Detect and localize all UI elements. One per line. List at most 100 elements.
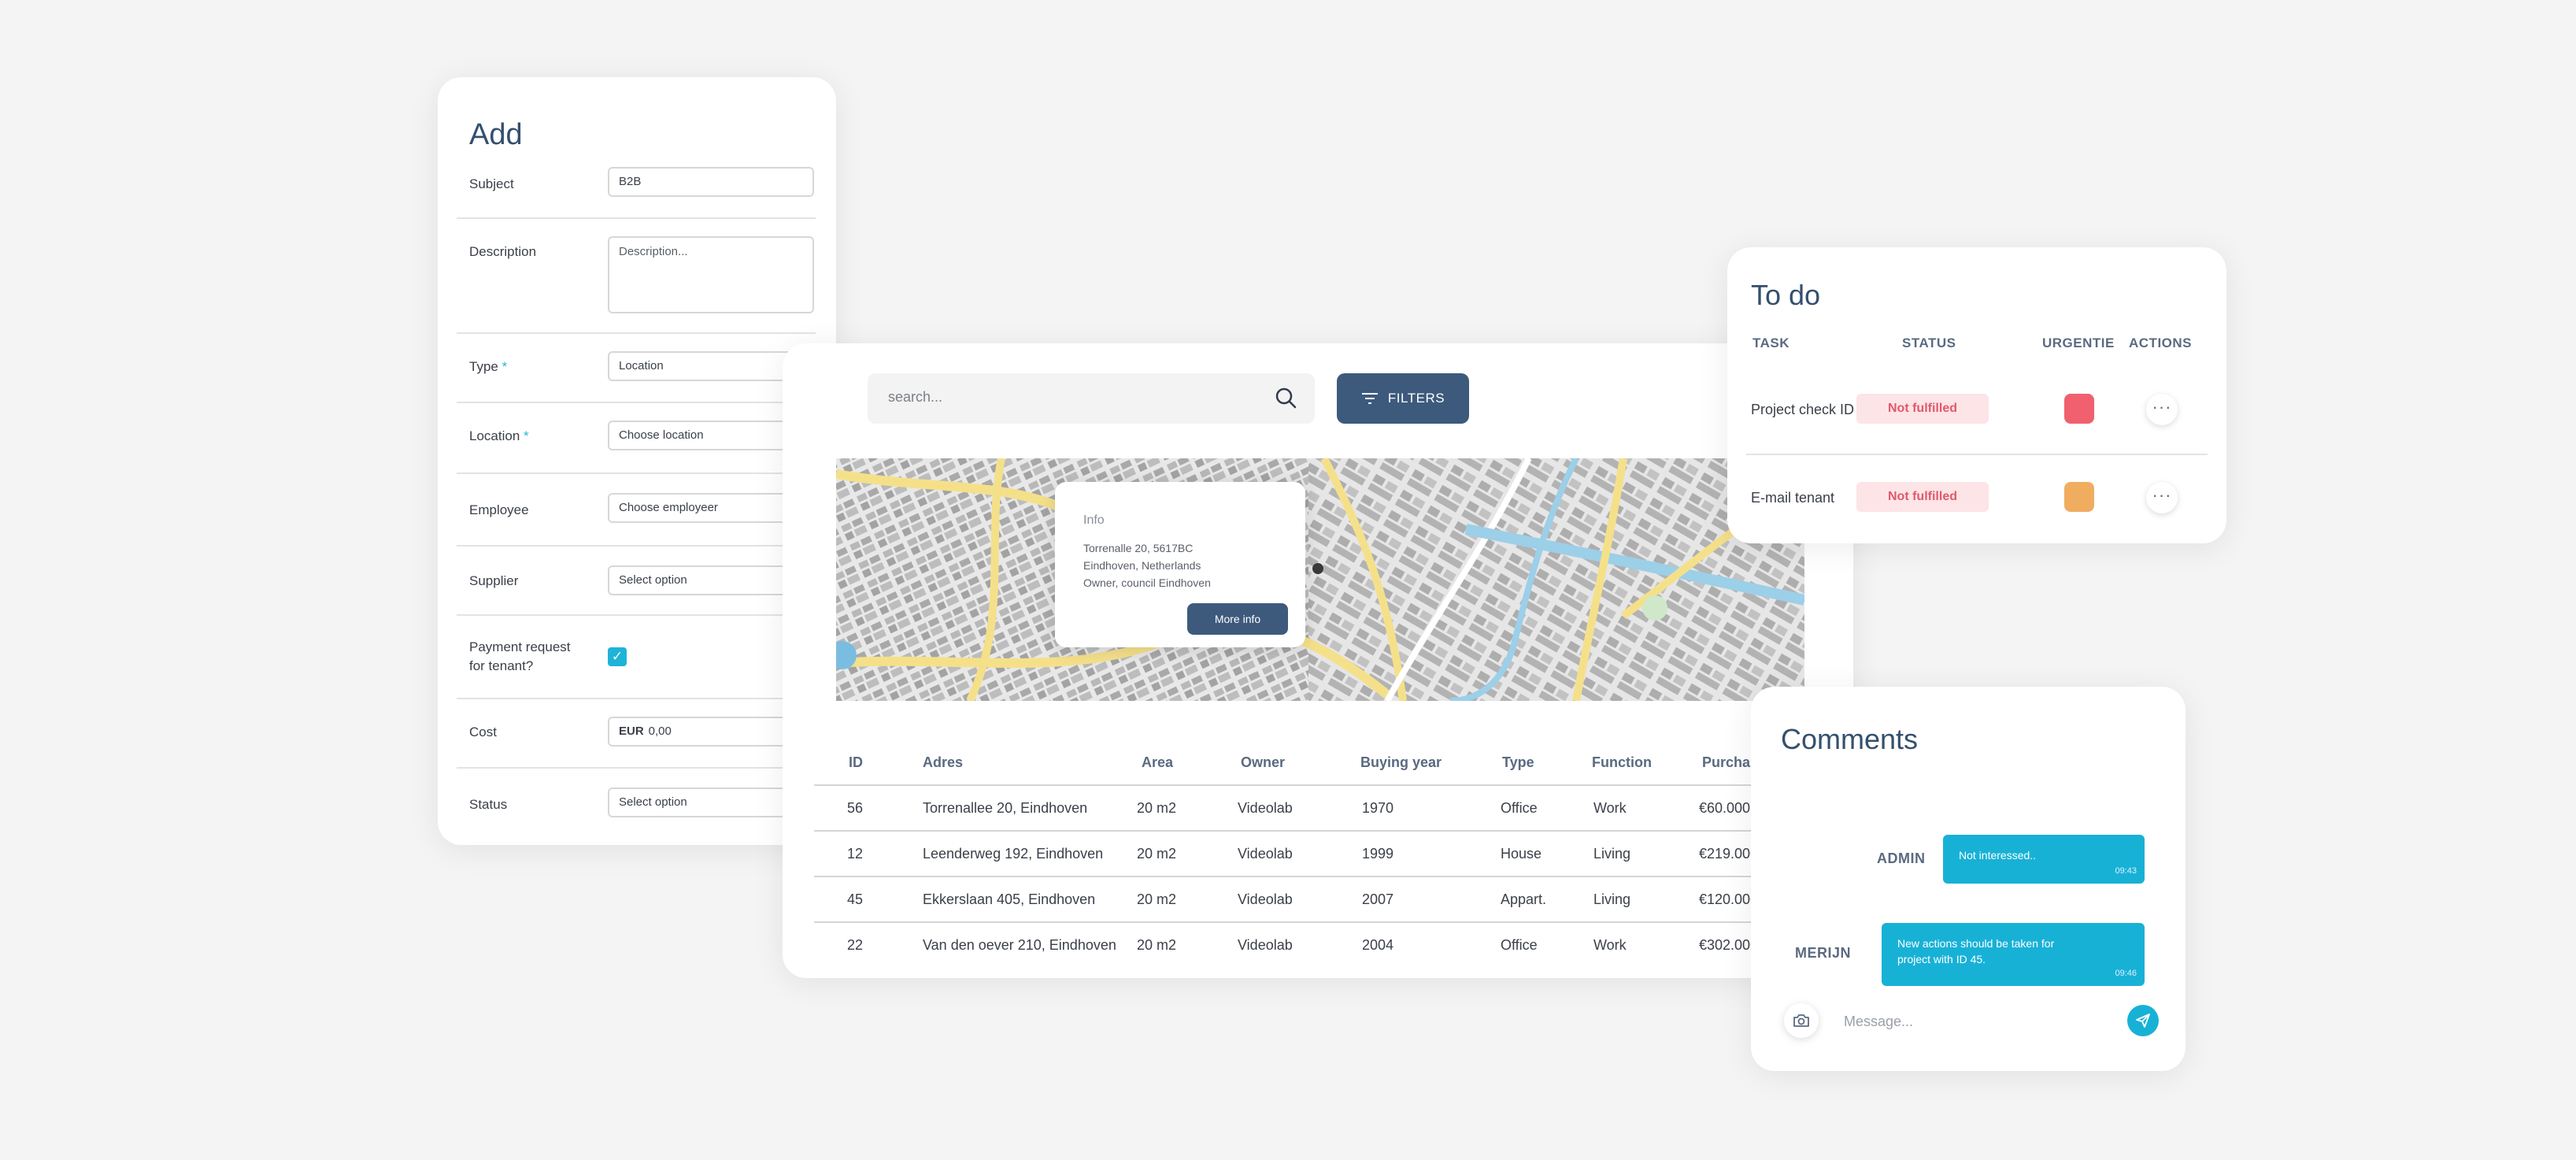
cell-type: Appart. (1501, 891, 1547, 907)
cell-type: House (1501, 846, 1542, 862)
send-icon (2136, 1014, 2150, 1028)
supplier-label: Supplier (469, 573, 519, 588)
todo-card: To do TASK STATUS URGENTIE ACTIONS Proje… (1727, 247, 2226, 543)
status-row: Status Select option (457, 769, 816, 836)
todo-row[interactable]: E-mail tenant Not fulfilled ··· (1746, 454, 2208, 542)
status-label: Status (469, 797, 508, 812)
payment-request-checkbox[interactable]: ✓ (608, 647, 627, 666)
camera-button[interactable] (1784, 1003, 1819, 1038)
todo-header-status: STATUS (1902, 335, 1956, 350)
comments-card: Comments ADMIN Not interessed.. 09:43 ME… (1751, 687, 2186, 1071)
more-actions-icon[interactable]: ··· (2146, 394, 2178, 425)
cell-type: Office (1501, 800, 1538, 816)
search-icon[interactable] (1274, 386, 1297, 410)
column-header-function[interactable]: Function (1592, 754, 1652, 771)
properties-panel: search... FILTERS Info Torrenalle 20, 56… (783, 343, 1853, 978)
column-header-area[interactable]: Area (1142, 754, 1173, 771)
employee-label: Employee (469, 502, 529, 517)
cell-area: 20 m2 (1137, 800, 1177, 816)
todo-header-urgency: URGENTIE (2042, 335, 2115, 350)
cell-function: Work (1593, 800, 1627, 816)
supplier-row: Supplier Select option (457, 547, 816, 616)
filters-button[interactable]: FILTERS (1337, 373, 1469, 424)
urgency-indicator (2064, 482, 2094, 512)
type-row: Type * Location (457, 334, 816, 403)
street-map[interactable] (836, 458, 1804, 701)
employee-row: Employee Choose employeer (457, 474, 816, 547)
cell-buying-year: 2004 (1362, 937, 1394, 953)
info-owner: Owner, council Eindhoven (1083, 576, 1211, 589)
description-label: Description (469, 244, 537, 259)
cell-owner: Videolab (1238, 846, 1293, 862)
message-input[interactable] (1842, 1005, 2097, 1038)
table-row[interactable]: 45 Ekkerslaan 405, Eindhoven 20 m2 Video… (814, 876, 1853, 921)
comment-text: Not interessed.. (1959, 849, 2037, 862)
cell-purchase: €120.000 (1699, 891, 1759, 907)
required-mark: * (502, 359, 508, 374)
comment-time: 09:46 (2115, 969, 2137, 978)
todo-header-task: TASK (1752, 335, 1790, 350)
more-info-button[interactable]: More info (1187, 603, 1288, 635)
cell-adres: Leenderweg 192, Eindhoven (923, 846, 1104, 862)
comment-time: 09:43 (2115, 866, 2137, 876)
description-field[interactable]: Description... (608, 236, 814, 313)
type-label: Type * (469, 359, 508, 374)
cell-area: 20 m2 (1137, 846, 1177, 862)
cell-area: 20 m2 (1137, 937, 1177, 953)
comment-bubble: Not interessed.. 09:43 (1943, 835, 2145, 884)
cell-function: Living (1593, 846, 1631, 862)
camera-icon (1793, 1014, 1809, 1027)
cell-area: 20 m2 (1137, 891, 1177, 907)
todo-row[interactable]: Project check ID 45 Not fulfilled ··· (1746, 367, 2208, 454)
cell-function: Living (1593, 891, 1631, 907)
status-badge: Not fulfilled (1856, 482, 1989, 512)
todo-title: To do (1751, 279, 1821, 311)
cell-buying-year: 1970 (1362, 800, 1394, 816)
todo-task: Project check ID 45 (1751, 402, 1875, 417)
search-input[interactable]: search... (868, 373, 1315, 424)
table-row[interactable]: 22 Van den oever 210, Eindhoven 20 m2 Vi… (814, 921, 1853, 967)
comment-text: New actions should be taken for (1897, 937, 2055, 950)
cell-adres: Van den oever 210, Eindhoven (923, 937, 1116, 953)
todo-header-actions: ACTIONS (2129, 335, 2192, 350)
search-placeholder: search... (888, 389, 943, 405)
column-header-id[interactable]: ID (849, 754, 863, 771)
comments-title: Comments (1781, 723, 1919, 755)
cell-owner: Videolab (1238, 800, 1293, 816)
send-button[interactable] (2127, 1005, 2159, 1036)
table-row[interactable]: 12 Leenderweg 192, Eindhoven 20 m2 Video… (814, 830, 1853, 876)
cell-id: 12 (847, 846, 864, 862)
column-header-owner[interactable]: Owner (1241, 754, 1285, 771)
cell-buying-year: 1999 (1362, 846, 1394, 862)
cell-id: 45 (847, 891, 864, 907)
column-header-buying-year[interactable]: Buying year (1360, 754, 1442, 771)
filter-icon (1361, 393, 1378, 404)
column-header-type[interactable]: Type (1502, 754, 1534, 771)
add-form-title: Add (469, 118, 523, 151)
info-title: Info (1083, 513, 1105, 527)
cost-label: Cost (469, 725, 497, 739)
cell-purchase: €302.000 (1699, 937, 1759, 953)
subject-row: Subject B2B (457, 164, 816, 219)
location-row: Location * Choose location (457, 403, 816, 474)
comment-text: project with ID 45. (1897, 953, 1986, 965)
status-badge: Not fulfilled (1856, 394, 1989, 424)
table-row[interactable]: 56 Torrenallee 20, Eindhoven 20 m2 Video… (814, 784, 1853, 830)
required-mark: * (524, 428, 529, 443)
todo-task: E-mail tenant (1751, 490, 1835, 506)
subject-field[interactable]: B2B (608, 167, 814, 197)
filters-label: FILTERS (1387, 391, 1445, 406)
cell-purchase: €60.000 (1699, 800, 1751, 816)
payment-request-label: Payment request for tenant? (469, 639, 571, 673)
subject-label: Subject (469, 176, 514, 191)
add-form-card: Add Subject B2B Description Description.… (438, 77, 836, 845)
cell-buying-year: 2007 (1362, 891, 1394, 907)
column-header-adres[interactable]: Adres (923, 754, 963, 771)
more-actions-icon[interactable]: ··· (2146, 482, 2178, 513)
cell-adres: Ekkerslaan 405, Eindhoven (923, 891, 1096, 907)
map-view[interactable]: Info Torrenalle 20, 5617BC Eindhoven, Ne… (836, 458, 1804, 701)
info-address: Torrenalle 20, 5617BC (1083, 542, 1194, 554)
comment-bubble: New actions should be taken for project … (1882, 923, 2145, 986)
currency-label: EUR (619, 725, 644, 738)
cell-owner: Videolab (1238, 891, 1293, 907)
